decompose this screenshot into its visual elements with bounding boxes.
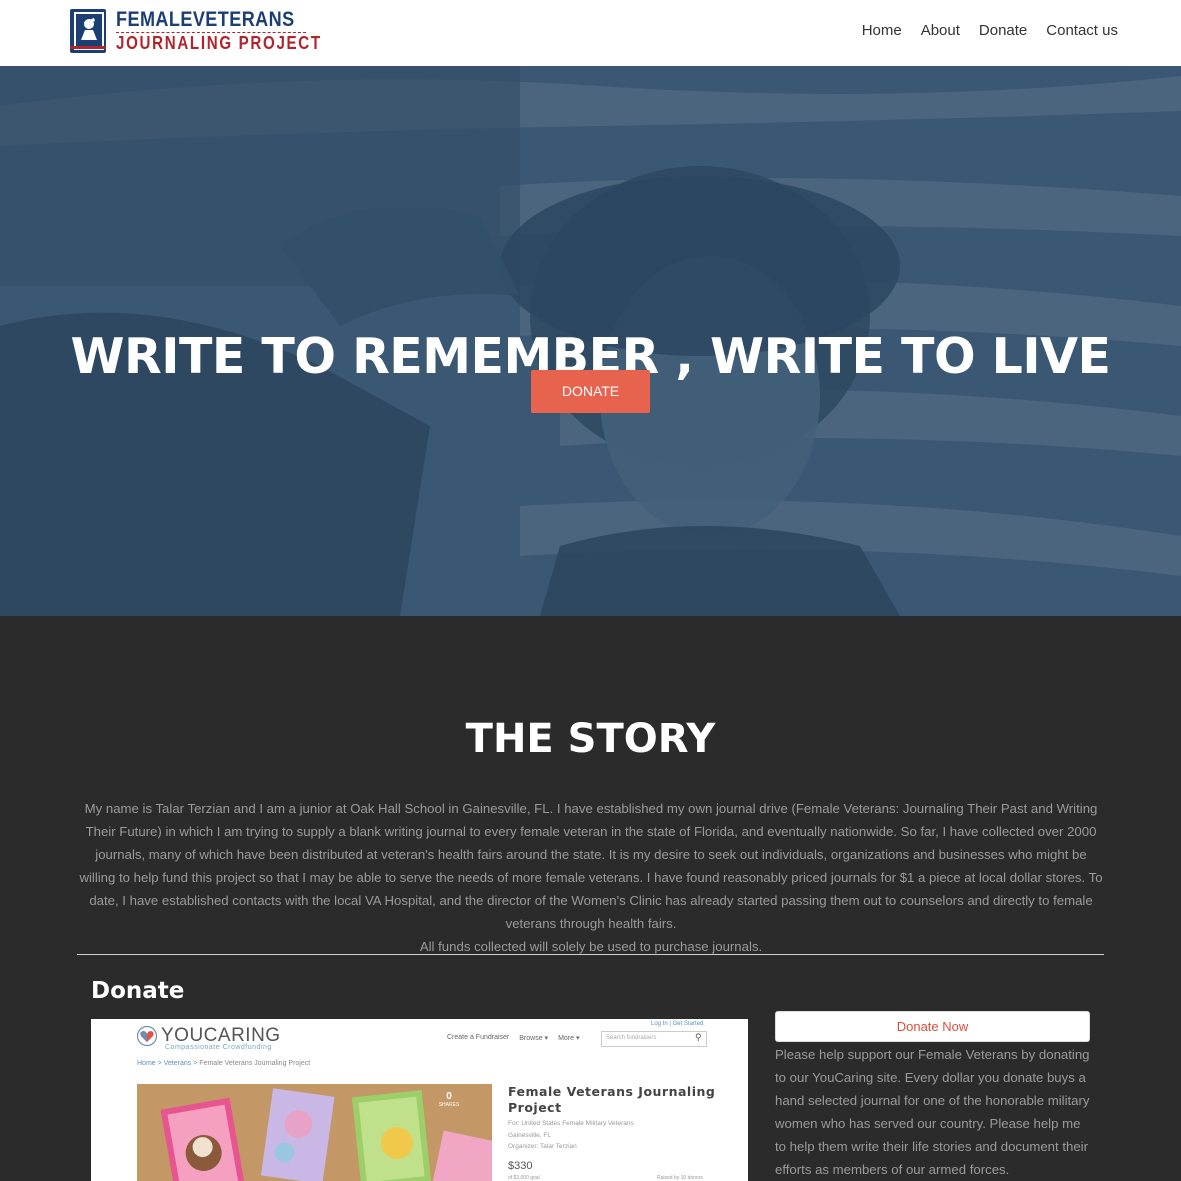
section-divider <box>77 954 1104 955</box>
youcaring-screenshot[interactable]: YOUCARING Compassionate Crowdfunding Log… <box>91 1019 748 1181</box>
fundraiser-amount: $330 <box>508 1160 533 1172</box>
site-logo[interactable]: FEMALEVETERANS JOURNALING PROJECT <box>68 6 320 56</box>
saluting-soldier-book-icon <box>70 9 106 53</box>
nav-about[interactable]: About <box>921 22 960 39</box>
breadcrumb-home: Home <box>137 1060 156 1067</box>
logo-title: FEMALEVETERANS <box>116 8 295 31</box>
shares-label: SHARES <box>438 1102 460 1108</box>
breadcrumb-veterans: Veterans <box>163 1060 192 1067</box>
youcaring-nav-create: Create a Fundraiser <box>447 1034 510 1041</box>
story-title: THE STORY <box>465 716 716 762</box>
site-header: FEMALEVETERANS JOURNALING PROJECT Home A… <box>0 0 1181 66</box>
youcaring-top-links: Log In | Get Started <box>651 1021 704 1027</box>
story-text: My name is Talar Terzian and I am a juni… <box>76 797 1106 958</box>
story-paragraph: My name is Talar Terzian and I am a juni… <box>79 801 1103 931</box>
youcaring-breadcrumb: Home > Veterans > Female Veterans Journa… <box>137 1060 311 1067</box>
fundraiser-for: For: United States Female Military Veter… <box>508 1120 634 1127</box>
youcaring-nav: Create a Fundraiser Browse ▾ More ▾ <box>447 1034 580 1042</box>
fundraiser-goal: of $3,000 goal <box>508 1175 540 1181</box>
youcaring-tagline: Compassionate Crowdfunding <box>165 1044 272 1051</box>
nav-contact[interactable]: Contact us <box>1046 22 1118 39</box>
fundraiser-organizer: Organizer: Talar Terzian <box>508 1143 577 1150</box>
youcaring-search: Search fundraisers <box>601 1031 707 1047</box>
youcaring-nav-browse: Browse ▾ <box>519 1035 549 1042</box>
nav-home[interactable]: Home <box>862 22 902 39</box>
youcaring-nav-more: More ▾ <box>558 1035 580 1042</box>
donate-heading: Donate <box>91 978 185 1004</box>
fundraiser-raised-by: Raised by 10 donors <box>657 1175 703 1181</box>
search-icon: ⚲ <box>695 1032 702 1042</box>
fundraiser-title: Female Veterans Journaling Project <box>508 1084 716 1115</box>
logo-subtitle: JOURNALING PROJECT <box>116 33 322 53</box>
nav-donate[interactable]: Donate <box>979 22 1027 39</box>
hero-section: WRITE TO REMEMBER , WRITE TO LIVE DONATE <box>0 66 1181 616</box>
main-nav: Home About Donate Contact us <box>862 22 1118 39</box>
shares-count: 0 <box>446 1091 452 1102</box>
hero-donate-button[interactable]: DONATE <box>531 370 650 413</box>
shares-counter: 0 SHARES <box>434 1091 464 1108</box>
donate-now-button[interactable]: Donate Now <box>775 1011 1090 1042</box>
breadcrumb-current: Female Veterans Journaling Project <box>199 1060 311 1067</box>
heart-icon <box>137 1026 157 1046</box>
donate-description: Please help support our Female Veterans … <box>775 1047 1090 1177</box>
fundraiser-meta: For: United States Female Military Veter… <box>508 1118 634 1153</box>
fundraiser-location: Gainesville, FL <box>508 1131 551 1139</box>
